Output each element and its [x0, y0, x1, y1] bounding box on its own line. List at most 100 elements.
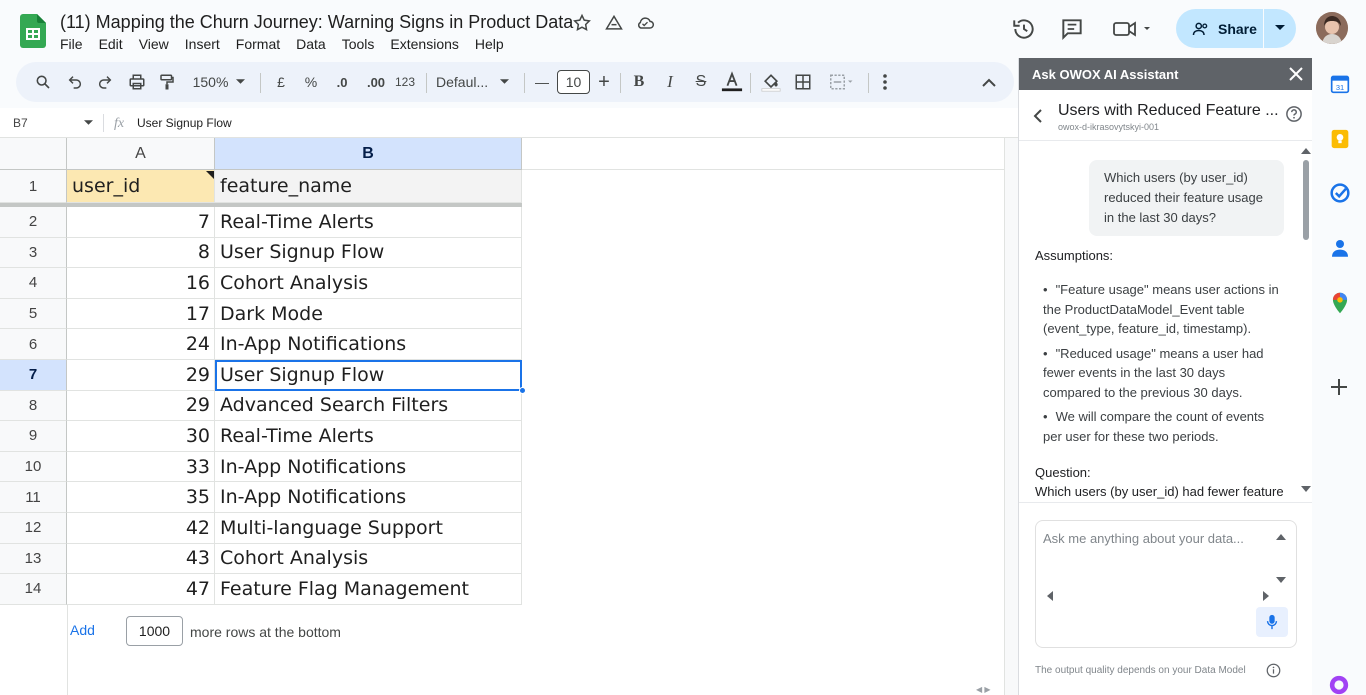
cell-user-id[interactable]: 29 — [67, 360, 215, 391]
scroll-down-icon[interactable] — [1301, 486, 1311, 493]
cell-feature-name[interactable]: Real-Time Alerts — [215, 421, 522, 452]
menu-file[interactable]: File — [60, 36, 83, 52]
cell-user-id[interactable]: 7 — [67, 207, 215, 238]
italic-icon[interactable]: I — [659, 62, 681, 102]
input-scroll-right-icon[interactable] — [1263, 591, 1270, 601]
row-header[interactable]: 8 — [0, 390, 67, 422]
cell-feature-name[interactable]: In-App Notifications — [215, 451, 522, 483]
help-icon[interactable] — [1285, 105, 1303, 123]
row-header[interactable]: 6 — [0, 329, 67, 360]
strikethrough-icon[interactable]: S — [690, 62, 712, 102]
menu-help[interactable]: Help — [475, 36, 504, 52]
row-header[interactable]: 1 — [0, 170, 67, 203]
row-header[interactable]: 10 — [0, 451, 67, 483]
sheets-logo-icon[interactable] — [20, 14, 46, 48]
cell-user-id[interactable]: 42 — [67, 513, 215, 544]
undo-icon[interactable] — [64, 62, 86, 102]
row-header[interactable]: 12 — [0, 513, 67, 544]
contacts-icon[interactable] — [1332, 238, 1348, 258]
cell-user-id[interactable]: 17 — [67, 298, 215, 330]
share-dropdown-icon[interactable] — [1275, 24, 1285, 32]
menu-insert[interactable]: Insert — [185, 36, 220, 52]
move-icon[interactable] — [604, 13, 624, 33]
more-options-icon[interactable] — [874, 62, 896, 102]
percent-format-button[interactable]: % — [300, 62, 322, 102]
cell-user-id[interactable]: 8 — [67, 237, 215, 269]
bold-icon[interactable]: B — [628, 62, 650, 102]
cell-feature-name[interactable]: Cohort Analysis — [215, 268, 522, 299]
keep-icon[interactable] — [1330, 128, 1350, 150]
tasks-icon[interactable] — [1330, 183, 1350, 203]
name-box-dropdown-icon[interactable] — [84, 120, 93, 126]
row-header[interactable]: 5 — [0, 298, 67, 330]
add-addon-icon[interactable] — [1331, 379, 1347, 395]
row-header[interactable]: 2 — [0, 207, 67, 238]
font-select[interactable]: Defaul... — [436, 62, 516, 102]
input-scroll-down-icon[interactable] — [1276, 577, 1286, 584]
calendar-icon[interactable]: 31 — [1330, 74, 1350, 94]
decrease-decimal-button[interactable]: .0 — [328, 62, 356, 102]
share-button[interactable]: Share — [1176, 9, 1296, 48]
number-format-button[interactable]: 123 — [392, 62, 418, 102]
maps-icon[interactable] — [1332, 292, 1348, 314]
avatar[interactable] — [1316, 12, 1348, 44]
back-icon[interactable] — [1033, 108, 1043, 124]
add-rows-count-input[interactable]: 1000 — [126, 616, 183, 646]
row-header[interactable]: 14 — [0, 574, 67, 605]
column-header-b[interactable]: B — [215, 138, 522, 170]
cell-user-id[interactable]: 35 — [67, 482, 215, 513]
print-icon[interactable] — [126, 62, 148, 102]
name-box[interactable]: B7 — [13, 116, 28, 130]
star-icon[interactable] — [572, 13, 592, 33]
comments-icon[interactable] — [1059, 16, 1085, 42]
chat-scrollbar-thumb[interactable] — [1303, 160, 1309, 240]
document-title[interactable]: (11) Mapping the Churn Journey: Warning … — [60, 12, 573, 33]
cell-feature-name[interactable]: Multi-language Support — [215, 513, 522, 544]
font-size-field[interactable]: 10 — [557, 62, 590, 102]
microphone-button[interactable] — [1256, 607, 1288, 637]
increase-font-size-button[interactable]: + — [594, 62, 614, 102]
cell-user-id[interactable]: 16 — [67, 268, 215, 299]
cell-user-id[interactable]: 30 — [67, 421, 215, 452]
cell-feature-name[interactable]: Advanced Search Filters — [215, 390, 522, 422]
currency-format-button[interactable]: £ — [270, 62, 292, 102]
vertical-scrollbar[interactable] — [1004, 138, 1018, 695]
version-history-icon[interactable] — [1011, 16, 1037, 42]
header-cell-feature-name[interactable]: feature_name — [215, 170, 522, 203]
row-header[interactable]: 13 — [0, 543, 67, 575]
paint-format-icon[interactable] — [156, 62, 178, 102]
row-header[interactable]: 3 — [0, 237, 67, 269]
row-header[interactable]: 4 — [0, 268, 67, 299]
menu-data[interactable]: Data — [296, 36, 326, 52]
redo-icon[interactable] — [94, 62, 116, 102]
input-scroll-up-icon[interactable] — [1276, 533, 1286, 540]
close-icon[interactable] — [1289, 67, 1303, 81]
select-all-corner[interactable] — [0, 138, 67, 170]
collapse-toolbar-icon[interactable] — [978, 62, 1000, 102]
search-menus-icon[interactable] — [32, 62, 54, 102]
scroll-left-icon[interactable]: ◀ ▶ — [976, 685, 991, 694]
column-header-a[interactable]: A — [67, 138, 215, 170]
cell-feature-name[interactable]: User Signup Flow — [215, 237, 522, 269]
cell-user-id[interactable]: 43 — [67, 543, 215, 575]
row-header[interactable]: 9 — [0, 421, 67, 452]
menu-format[interactable]: Format — [236, 36, 280, 52]
cell-feature-name[interactable]: Cohort Analysis — [215, 543, 522, 575]
decrease-font-size-button[interactable]: — — [532, 62, 552, 102]
fill-handle[interactable] — [519, 386, 526, 394]
zoom-select[interactable]: 150% — [186, 62, 252, 102]
header-cell-user-id[interactable]: user_id — [67, 170, 215, 203]
formula-input[interactable]: User Signup Flow — [137, 116, 232, 130]
cell-feature-name[interactable]: In-App Notifications — [215, 329, 522, 360]
info-icon[interactable] — [1266, 663, 1281, 678]
cell-user-id[interactable]: 29 — [67, 390, 215, 422]
scroll-up-icon[interactable] — [1301, 147, 1311, 154]
meet-icon[interactable] — [1112, 16, 1154, 42]
cell-user-id[interactable]: 33 — [67, 451, 215, 483]
menu-tools[interactable]: Tools — [342, 36, 375, 52]
menu-edit[interactable]: Edit — [99, 36, 123, 52]
cell-user-id[interactable]: 47 — [67, 574, 215, 605]
cell-feature-name[interactable]: Feature Flag Management — [215, 574, 522, 605]
gemini-icon[interactable] — [1328, 674, 1350, 695]
cell-user-id[interactable]: 24 — [67, 329, 215, 360]
